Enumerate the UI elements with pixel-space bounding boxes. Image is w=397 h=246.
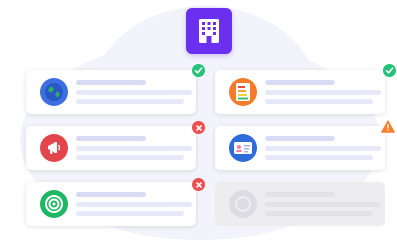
globe-icon xyxy=(40,78,68,106)
detail-line xyxy=(265,146,381,151)
detail-line xyxy=(76,155,184,160)
detail-line xyxy=(76,146,192,151)
integration-card-id-card[interactable] xyxy=(215,126,385,170)
target-icon xyxy=(40,190,68,218)
detail-line xyxy=(76,202,192,207)
id-card-icon xyxy=(229,134,257,162)
detail-line xyxy=(76,90,192,95)
megaphone-icon xyxy=(40,134,68,162)
title-line xyxy=(265,136,335,141)
title-line xyxy=(265,192,335,197)
detail-line xyxy=(265,99,373,104)
hub-building-icon xyxy=(186,8,232,54)
error-x-icon xyxy=(192,178,205,191)
warning-triangle-icon xyxy=(381,120,395,133)
title-line xyxy=(76,136,146,141)
success-check-icon xyxy=(383,64,396,77)
title-line xyxy=(76,80,146,85)
title-line xyxy=(76,192,146,197)
placeholder-icon xyxy=(229,190,257,218)
success-check-icon xyxy=(192,64,205,77)
detail-line xyxy=(265,90,381,95)
detail-line xyxy=(265,202,381,207)
error-x-icon xyxy=(192,121,205,134)
detail-line xyxy=(76,99,184,104)
energy-document-icon xyxy=(229,78,257,106)
integration-card-megaphone[interactable] xyxy=(26,126,196,170)
integration-card-disabled xyxy=(215,182,385,226)
detail-line xyxy=(265,155,373,160)
integration-card-globe[interactable] xyxy=(26,70,196,114)
detail-line xyxy=(265,211,373,216)
integration-card-target[interactable] xyxy=(26,182,196,226)
title-line xyxy=(265,80,335,85)
integration-card-energy-document[interactable] xyxy=(215,70,385,114)
detail-line xyxy=(76,211,184,216)
